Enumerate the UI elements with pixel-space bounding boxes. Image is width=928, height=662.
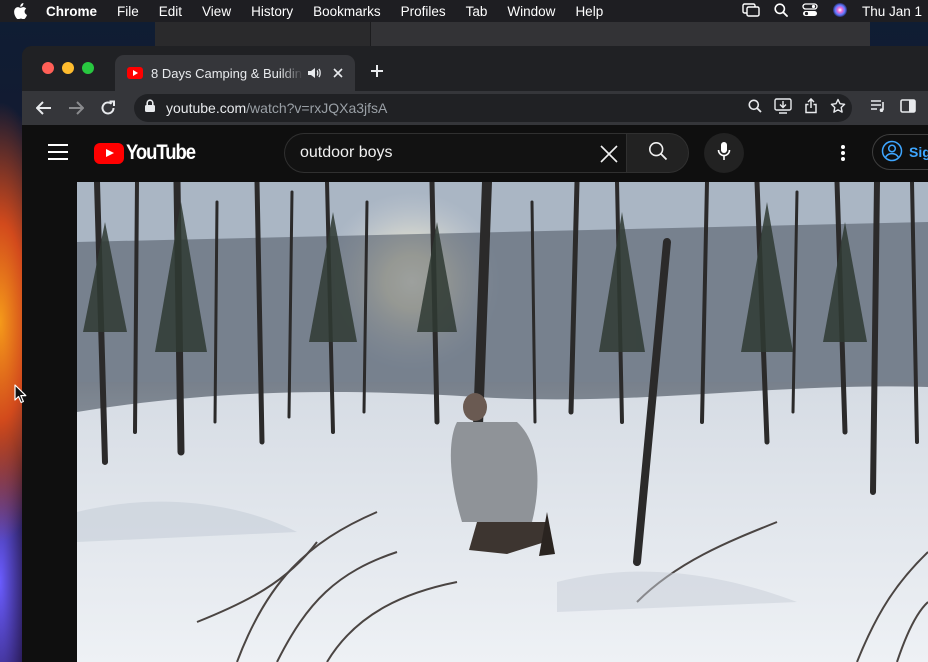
menu-bar: Chrome File Edit View History Bookmarks … [0,0,928,22]
menubar-clock[interactable]: Thu Jan 1 [862,4,922,19]
menubar-status-area: Thu Jan 1 [742,0,928,22]
menu-history[interactable]: History [241,4,303,19]
browser-toolbar: youtube.com/watch?v=rxJQXa3jfsA [22,91,928,125]
audio-playing-icon[interactable] [307,66,323,80]
guide-menu-icon[interactable] [48,144,68,160]
menu-help[interactable]: Help [565,4,613,19]
reload-button[interactable] [92,94,124,122]
media-control-icon[interactable] [870,99,886,118]
window-zoom-button[interactable] [82,62,94,74]
tab-close-icon[interactable] [331,65,345,81]
window-minimize-button[interactable] [62,62,74,74]
menu-file[interactable]: File [107,4,149,19]
more-options-icon[interactable] [834,141,852,165]
control-center-icon[interactable] [802,2,818,20]
back-button[interactable] [28,94,60,122]
window-close-button[interactable] [42,62,54,74]
address-path: /watch?v=rxJQXa3jfsA [246,100,388,116]
toolbar-right-actions [870,91,916,125]
new-tab-button[interactable] [365,61,389,81]
sign-in-label: Sig [909,144,928,160]
bookmark-star-icon[interactable] [830,98,846,119]
search-query: outdoor boys [300,144,393,161]
background-window [155,22,870,48]
menu-edit[interactable]: Edit [149,4,192,19]
clear-search-icon[interactable] [598,143,620,165]
siri-icon[interactable] [832,2,848,21]
tab-strip: 8 Days Camping & Building [22,46,928,91]
video-frame-image [77,182,928,662]
background-window-tab [370,22,870,48]
tab-active[interactable]: 8 Days Camping & Building [115,55,355,91]
menu-window[interactable]: Window [497,4,565,19]
address-host: youtube.com [166,100,247,116]
search-icon [648,141,668,166]
search-button[interactable] [626,133,689,173]
video-player[interactable] [77,182,928,662]
mouse-cursor-icon [14,384,28,404]
tab-title: 8 Days Camping & Building [151,65,304,81]
menu-tab[interactable]: Tab [456,4,498,19]
zoom-search-icon[interactable] [748,99,762,118]
youtube-masthead: YouTube outdoor boys Sig [22,125,928,181]
install-app-icon[interactable] [774,97,792,119]
youtube-favicon-icon [127,67,143,79]
youtube-logo-icon [94,142,124,164]
menu-profiles[interactable]: Profiles [391,4,456,19]
youtube-page: YouTube outdoor boys Sig [22,125,928,662]
voice-search-button[interactable] [704,133,744,173]
address-bar[interactable]: youtube.com/watch?v=rxJQXa3jfsA [134,94,852,122]
youtube-logo[interactable]: YouTube [94,141,204,165]
spotlight-search-icon[interactable] [774,2,788,20]
screen-mirroring-icon[interactable] [742,2,760,20]
address-url: youtube.com/watch?v=rxJQXa3jfsA [166,100,387,116]
browser-window: 8 Days Camping & Building youtube.com/wa… [22,46,928,662]
menu-bookmarks[interactable]: Bookmarks [303,4,391,19]
sign-in-button[interactable]: Sig [872,134,928,170]
site-info-icon[interactable] [144,98,156,118]
forward-button[interactable] [60,94,92,122]
microphone-icon [717,141,731,166]
apple-icon[interactable] [0,3,40,19]
menu-view[interactable]: View [192,4,241,19]
menu-app-chrome[interactable]: Chrome [40,4,107,19]
search-input[interactable]: outdoor boys [284,133,626,173]
share-icon[interactable] [804,97,818,119]
account-icon [881,140,903,165]
side-panel-icon[interactable] [900,98,916,118]
youtube-logo-text: YouTube [126,141,196,164]
address-bar-actions [748,94,846,122]
